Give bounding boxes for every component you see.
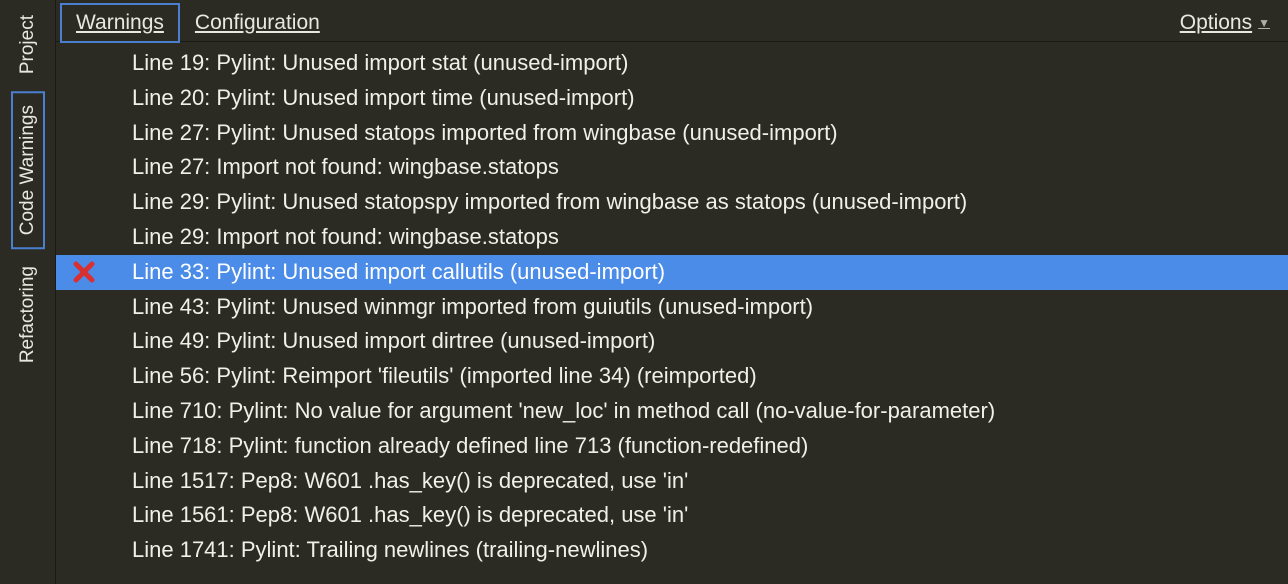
warning-text: Line 27: Pylint: Unused statops imported… [132, 118, 1288, 149]
warning-row[interactable]: Line 710: Pylint: No value for argument … [56, 394, 1288, 429]
warning-row[interactable]: Line 1517: Pep8: W601 .has_key() is depr… [56, 464, 1288, 499]
main-panel: Warnings Configuration Options ▼ Line 19… [56, 0, 1288, 584]
warning-text: Line 710: Pylint: No value for argument … [132, 396, 1288, 427]
warning-text: Line 718: Pylint: function already defin… [132, 431, 1288, 462]
sidebar-tab-refactoring[interactable]: Refactoring [12, 253, 44, 376]
warning-row[interactable]: Line 29: Pylint: Unused statopspy import… [56, 185, 1288, 220]
warning-row[interactable]: Line 49: Pylint: Unused import dirtree (… [56, 324, 1288, 359]
chevron-down-icon: ▼ [1258, 16, 1270, 30]
sidebar: Project Code Warnings Refactoring [0, 0, 56, 584]
warning-text: Line 43: Pylint: Unused winmgr imported … [132, 292, 1288, 323]
warning-text: Line 1741: Pylint: Trailing newlines (tr… [132, 535, 1288, 566]
warning-text: Line 33: Pylint: Unused import callutils… [132, 257, 1288, 288]
warning-row[interactable]: Line 56: Pylint: Reimport 'fileutils' (i… [56, 359, 1288, 394]
warning-text: Line 56: Pylint: Reimport 'fileutils' (i… [132, 361, 1288, 392]
warning-icon-slot [72, 260, 132, 284]
warning-text: Line 19: Pylint: Unused import stat (unu… [132, 48, 1288, 79]
delete-icon[interactable] [72, 260, 96, 284]
warning-row[interactable]: Line 19: Pylint: Unused import stat (unu… [56, 46, 1288, 81]
warning-row[interactable]: Line 43: Pylint: Unused winmgr imported … [56, 290, 1288, 325]
options-label: Options [1180, 11, 1252, 35]
sidebar-tab-code-warnings[interactable]: Code Warnings [11, 91, 45, 249]
warning-row[interactable]: Line 27: Pylint: Unused statops imported… [56, 116, 1288, 151]
warning-text: Line 29: Import not found: wingbase.stat… [132, 222, 1288, 253]
warning-text: Line 20: Pylint: Unused import time (unu… [132, 83, 1288, 114]
warning-row[interactable]: Line 1741: Pylint: Trailing newlines (tr… [56, 533, 1288, 568]
warning-text: Line 1561: Pep8: W601 .has_key() is depr… [132, 500, 1288, 531]
tab-configuration[interactable]: Configuration [180, 4, 335, 42]
warning-row[interactable]: Line 29: Import not found: wingbase.stat… [56, 220, 1288, 255]
sidebar-tab-project[interactable]: Project [12, 2, 44, 87]
warning-row[interactable]: Line 718: Pylint: function already defin… [56, 429, 1288, 464]
top-tab-bar: Warnings Configuration Options ▼ [56, 0, 1288, 42]
warning-text: Line 1517: Pep8: W601 .has_key() is depr… [132, 466, 1288, 497]
warnings-list[interactable]: Line 19: Pylint: Unused import stat (unu… [56, 42, 1288, 584]
warning-row[interactable]: Line 27: Import not found: wingbase.stat… [56, 150, 1288, 185]
warning-text: Line 49: Pylint: Unused import dirtree (… [132, 326, 1288, 357]
options-dropdown[interactable]: Options ▼ [1170, 5, 1280, 41]
warning-text: Line 29: Pylint: Unused statopspy import… [132, 187, 1288, 218]
warning-row[interactable]: Line 33: Pylint: Unused import callutils… [56, 255, 1288, 290]
warning-row[interactable]: Line 20: Pylint: Unused import time (unu… [56, 81, 1288, 116]
warning-row[interactable]: Line 1561: Pep8: W601 .has_key() is depr… [56, 498, 1288, 533]
tab-warnings[interactable]: Warnings [60, 3, 180, 43]
warning-text: Line 27: Import not found: wingbase.stat… [132, 152, 1288, 183]
